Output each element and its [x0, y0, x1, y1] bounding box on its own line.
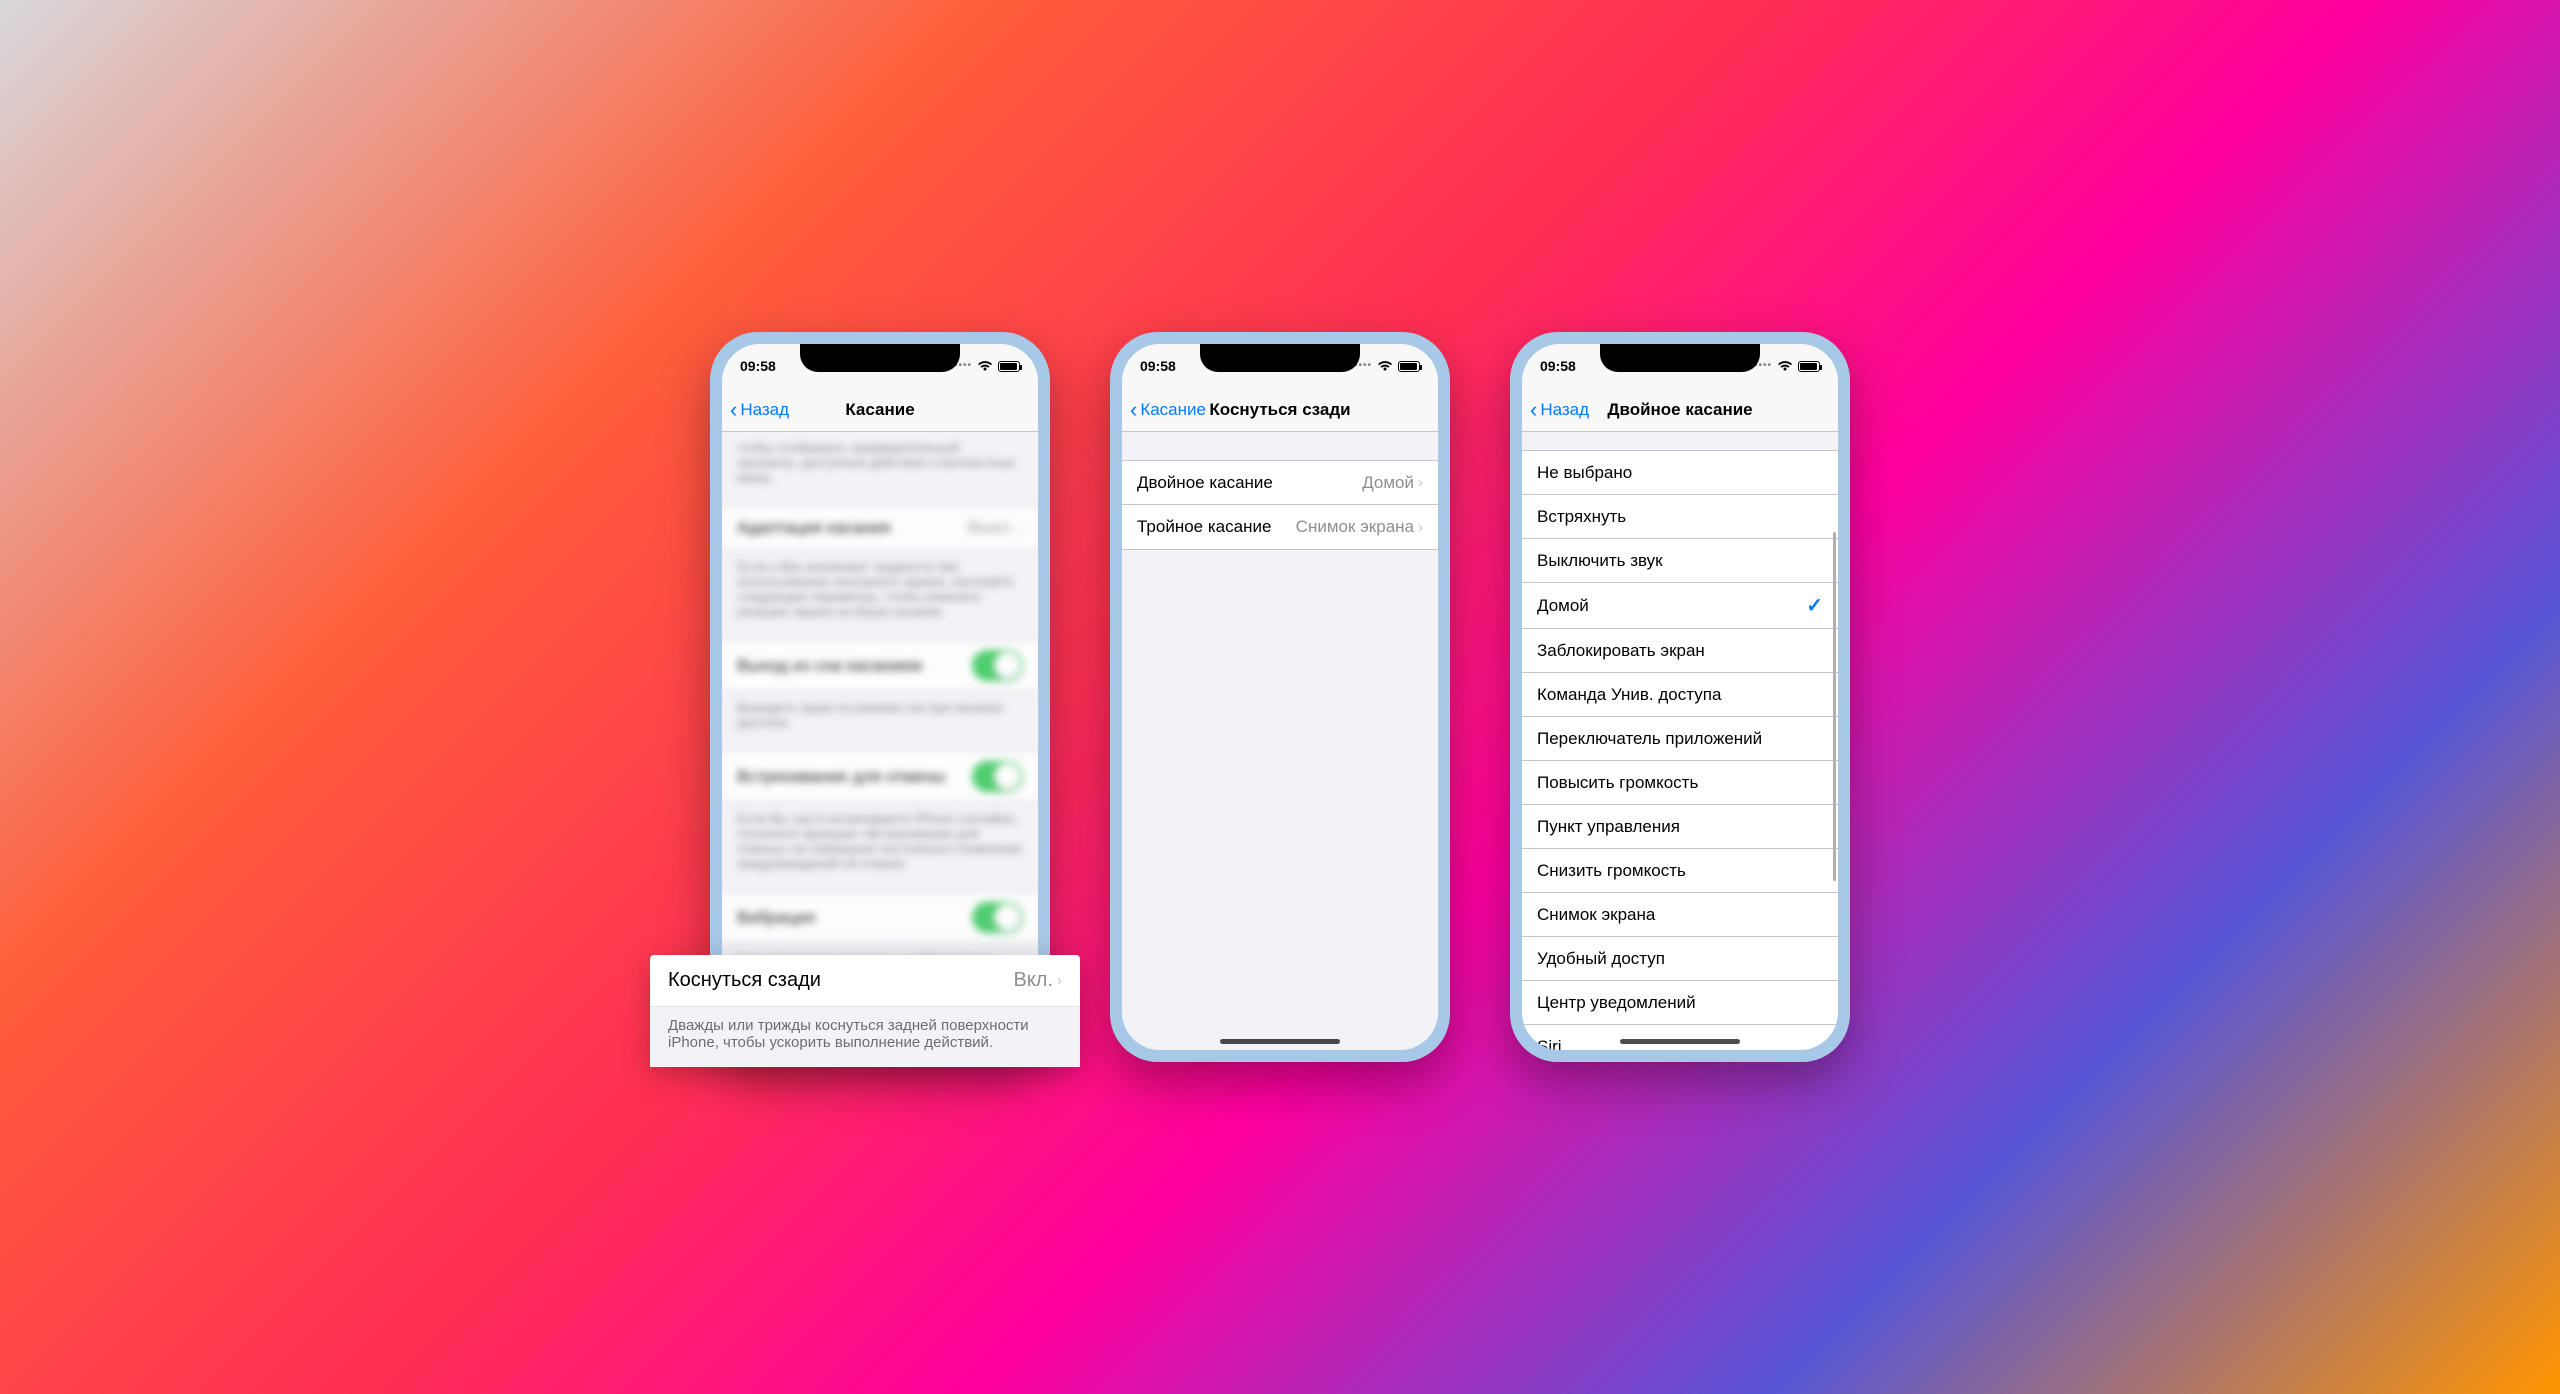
blurred-desc: Если у Вас возникают трудности при испол… — [722, 551, 1038, 639]
option-row[interactable]: Команда Унив. доступа — [1522, 673, 1838, 717]
row-adaptation[interactable]: Адаптация касания Выкл.› — [722, 506, 1038, 550]
home-indicator[interactable] — [1220, 1039, 1340, 1044]
back-label: Назад — [740, 400, 789, 420]
phone-mockup-1: 09:58 •••• ‹ Назад Касание чтобы отображ… — [710, 332, 1050, 1062]
chevron-right-icon: › — [1418, 519, 1423, 536]
settings-content[interactable]: Двойное касаниеДомой›Тройное касаниеСним… — [1122, 432, 1438, 1050]
scrollbar[interactable] — [1833, 532, 1836, 1030]
status-time: 09:58 — [740, 358, 776, 374]
back-button[interactable]: ‹ Назад — [1522, 399, 1589, 421]
option-row[interactable]: Заблокировать экран — [1522, 629, 1838, 673]
back-label: Касание — [1140, 400, 1206, 420]
nav-bar: ‹ Касание Коснуться сзади — [1122, 388, 1438, 432]
row-label: Тройное касание — [1137, 517, 1271, 537]
status-time: 09:58 — [1140, 358, 1176, 374]
nav-bar: ‹ Назад Двойное касание — [1522, 388, 1838, 432]
option-row[interactable]: Удобный доступ — [1522, 937, 1838, 981]
option-label: Снимок экрана — [1537, 905, 1655, 925]
battery-icon — [1398, 361, 1420, 372]
nav-bar: ‹ Назад Касание — [722, 388, 1038, 432]
notch — [800, 344, 960, 372]
chevron-left-icon: ‹ — [1530, 399, 1537, 421]
option-row[interactable]: Снизить громкость — [1522, 849, 1838, 893]
notch — [1200, 344, 1360, 372]
chevron-right-icon: › — [1057, 972, 1062, 989]
back-label: Назад — [1540, 400, 1589, 420]
settings-row[interactable]: Тройное касание Снимок экрана› — [1122, 505, 1438, 549]
row-wake[interactable]: Выход из сна касанием — [722, 640, 1038, 691]
phone-mockup-3: 09:58 •••• ‹ Назад Двойное касание Не вы… — [1510, 332, 1850, 1062]
battery-icon — [1798, 361, 1820, 372]
phone-mockup-2: 09:58 •••• ‹ Касание Коснуться сзади Дво… — [1110, 332, 1450, 1062]
row-backtap[interactable]: Коснуться сзади Вкл. › — [650, 955, 1080, 1007]
blurred-desc: Выводить экран из режима сна при касании… — [722, 692, 1038, 750]
toggle-on[interactable] — [972, 902, 1023, 933]
option-row[interactable]: Повысить громкость — [1522, 761, 1838, 805]
back-button[interactable]: ‹ Касание — [1122, 399, 1206, 421]
option-label: Центр уведомлений — [1537, 993, 1696, 1013]
blurred-desc: Если Вы часто встряхиваете iPhone случай… — [722, 803, 1038, 891]
option-label: Siri — [1537, 1037, 1562, 1051]
chevron-left-icon: ‹ — [1130, 399, 1137, 421]
backtap-footer: Дважды или трижды коснуться задней повер… — [650, 1007, 1080, 1067]
row-value: Домой — [1362, 473, 1414, 493]
toggle-on[interactable] — [972, 650, 1023, 681]
callout-backtap: Коснуться сзади Вкл. › Дважды или трижды… — [650, 955, 1080, 1067]
row-label: Двойное касание — [1137, 473, 1273, 493]
row-vibration[interactable]: Вибрация — [722, 892, 1038, 943]
row-shake[interactable]: Встряхивание для отмены — [722, 751, 1038, 802]
option-label: Повысить громкость — [1537, 773, 1698, 793]
chevron-right-icon: › — [1418, 474, 1423, 491]
option-row[interactable]: Центр уведомлений — [1522, 981, 1838, 1025]
backtap-value: Вкл. — [1013, 969, 1053, 992]
home-indicator[interactable] — [1620, 1039, 1740, 1044]
option-row[interactable]: Переключатель приложений — [1522, 717, 1838, 761]
option-label: Снизить громкость — [1537, 861, 1686, 881]
battery-icon — [998, 361, 1020, 372]
option-row[interactable]: Снимок экрана — [1522, 893, 1838, 937]
chevron-right-icon: › — [1018, 520, 1023, 537]
status-time: 09:58 — [1540, 358, 1576, 374]
toggle-on[interactable] — [972, 761, 1023, 792]
option-label: Заблокировать экран — [1537, 641, 1705, 661]
option-label: Домой — [1537, 596, 1589, 616]
option-row[interactable]: Siri — [1522, 1025, 1838, 1050]
wifi-icon — [1777, 360, 1793, 372]
settings-content[interactable]: Не выбрано Встряхнуть Выключить звук Домой ✓… — [1522, 432, 1838, 1050]
option-label: Выключить звук — [1537, 551, 1663, 571]
wifi-icon — [1377, 360, 1393, 372]
option-row[interactable]: Пункт управления — [1522, 805, 1838, 849]
option-label: Переключатель приложений — [1537, 729, 1762, 749]
wifi-icon — [977, 360, 993, 372]
option-row[interactable]: Встряхнуть — [1522, 495, 1838, 539]
option-row[interactable]: Домой ✓ — [1522, 583, 1838, 629]
blurred-desc: чтобы отображать предварительный просмот… — [722, 432, 1038, 505]
option-label: Команда Унив. доступа — [1537, 685, 1721, 705]
back-button[interactable]: ‹ Назад — [722, 399, 789, 421]
option-label: Не выбрано — [1537, 463, 1632, 483]
row-value: Снимок экрана — [1296, 517, 1414, 537]
option-label: Удобный доступ — [1537, 949, 1665, 969]
option-row[interactable]: Выключить звук — [1522, 539, 1838, 583]
settings-row[interactable]: Двойное касание Домой› — [1122, 461, 1438, 505]
checkmark-icon: ✓ — [1806, 593, 1823, 618]
chevron-left-icon: ‹ — [730, 399, 737, 421]
option-row[interactable]: Не выбрано — [1522, 451, 1838, 495]
option-label: Встряхнуть — [1537, 507, 1626, 527]
backtap-label: Коснуться сзади — [668, 969, 821, 992]
option-label: Пункт управления — [1537, 817, 1680, 837]
notch — [1600, 344, 1760, 372]
